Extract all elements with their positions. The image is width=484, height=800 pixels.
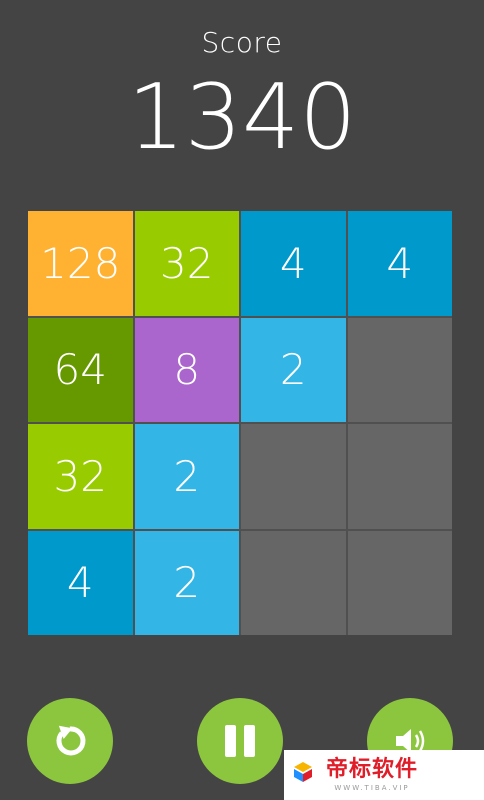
game-board[interactable]: 128 32 4 4 64 8 2 32 2 4 2 [28,211,452,635]
tile-128: 128 [28,211,133,316]
tile-4: 4 [241,211,346,316]
watermark-url: WWW.TIBA.VIP [334,784,410,792]
tile-32: 32 [28,424,133,529]
empty-tile [347,317,452,422]
restart-icon [56,725,86,756]
watermark: 帝标软件 WWW.TIBA.VIP [284,750,484,800]
tile-32: 32 [134,211,239,316]
empty-tile [347,530,452,635]
tile-4: 4 [28,530,133,635]
tile-2: 2 [241,317,346,422]
tile-2: 2 [134,424,239,529]
tile-64: 64 [28,317,133,422]
watermark-brand: 帝标软件 [326,757,419,782]
empty-tile [347,424,452,529]
watermark-logo-icon [294,762,312,782]
pause-button[interactable] [197,698,283,784]
tile-4: 4 [347,211,452,316]
tile-2: 2 [134,530,239,635]
score-value: 1340 [127,65,357,170]
score-label: Score [201,26,283,59]
restart-button[interactable] [27,698,113,784]
empty-tile [241,530,346,635]
tile-8: 8 [134,317,239,422]
pause-icon [225,725,255,757]
empty-tile [241,424,346,529]
